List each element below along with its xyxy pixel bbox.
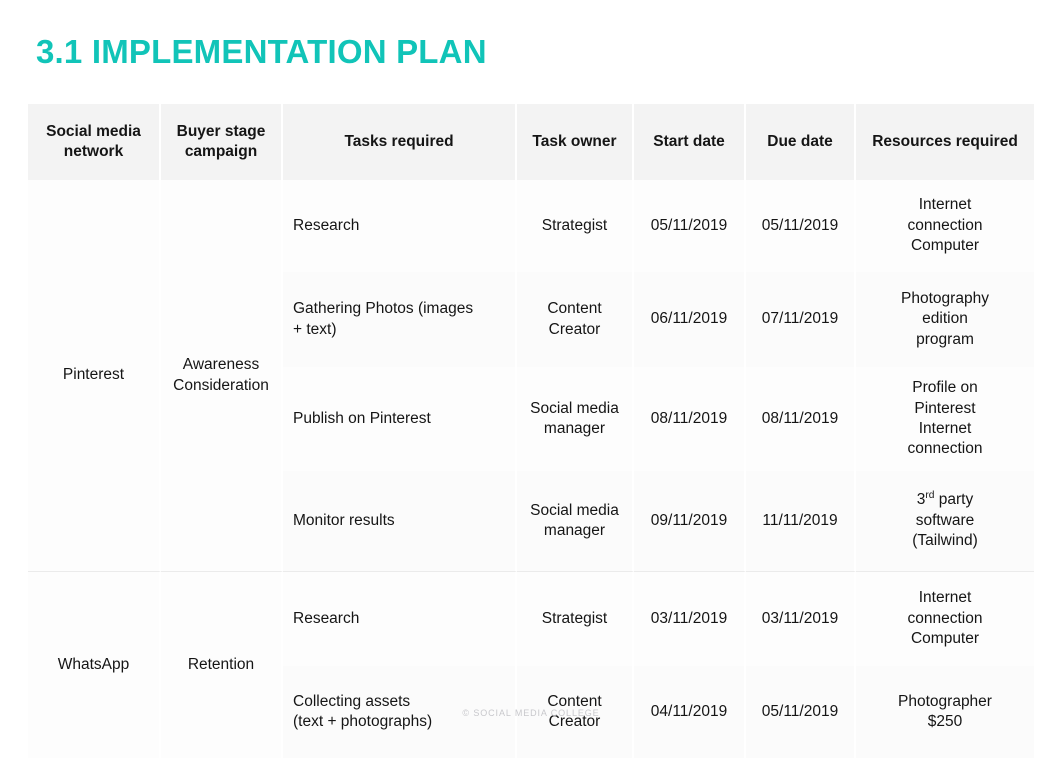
cell-due-date: 11/11/2019 (746, 471, 856, 571)
cell-due-date: 08/11/2019 (746, 367, 856, 471)
resource-text: party (934, 491, 974, 509)
table-row: Pinterest Awareness Consideration Resear… (28, 180, 1034, 571)
cell-start-date: 06/11/2019 (634, 272, 746, 367)
cell-owner: Content Creator (517, 272, 634, 367)
column-header-tasks: Tasks required (283, 104, 517, 180)
cell-due-date: 07/11/2019 (746, 272, 856, 367)
resource-line: Computer (910, 630, 980, 648)
cell-network-pinterest: Pinterest (28, 180, 161, 571)
cell-stage-pinterest: Awareness Consideration (161, 180, 283, 571)
cell-owner: Social media manager (517, 367, 634, 471)
column-header-owner: Task owner (517, 104, 634, 180)
cell-task: Publish on Pinterest (283, 367, 517, 471)
resource-line: edition (922, 310, 968, 328)
cell-start-date: 03/11/2019 (634, 571, 746, 666)
column-header-network: Social media network (28, 104, 161, 180)
table-header: Social media network Buyer stage campaig… (28, 104, 1034, 180)
resource-line: program (916, 330, 974, 348)
implementation-plan-table-wrapper: Social media network Buyer stage campaig… (28, 104, 1034, 758)
cell-resources: Photography edition program (856, 272, 1034, 367)
owner-line: Creator (548, 320, 601, 338)
column-header-stage: Buyer stage campaign (161, 104, 283, 180)
cell-network-whatsapp: WhatsApp (28, 571, 161, 758)
cell-stage-whatsapp: Retention (161, 571, 283, 758)
table-body: Pinterest Awareness Consideration Resear… (28, 180, 1034, 758)
cell-owner: Strategist (517, 571, 634, 666)
cell-task: Research (283, 180, 517, 272)
resource-line: 3rd party (866, 490, 1024, 510)
owner-line: Content (547, 300, 602, 318)
resource-line: Profile on (912, 379, 978, 397)
cell-resources: 3rd party software (Tailwind) (856, 471, 1034, 571)
cell-resources: Internet connection Computer (856, 571, 1034, 666)
table-row: WhatsApp Retention Research Strategist 0… (28, 571, 1034, 758)
column-header-due-date: Due date (746, 104, 856, 180)
slide-canvas: 3.1 IMPLEMENTATION PLAN Social media net… (0, 0, 1062, 758)
resource-line: Computer (910, 237, 980, 255)
cell-resources: Profile on Pinterest Internet connection (856, 367, 1034, 471)
table-header-row: Social media network Buyer stage campaig… (28, 104, 1034, 180)
cell-task: Gathering Photos (images + text) (283, 272, 517, 367)
slide-footer: © SOCIAL MEDIA COLLEGE (462, 708, 600, 718)
task-line: Gathering Photos (images (293, 300, 474, 318)
resource-line: Internet (918, 589, 972, 607)
task-line: + text) (293, 320, 337, 338)
cell-task: Monitor results (283, 471, 517, 571)
owner-line: manager (543, 522, 606, 539)
owner-line: Social media (530, 501, 619, 519)
cell-resources: Internet connection Computer (856, 180, 1034, 272)
cell-due-date: 03/11/2019 (746, 571, 856, 666)
cell-owner: Social media manager (517, 471, 634, 571)
cell-start-date: 05/11/2019 (634, 180, 746, 272)
resource-line: connection (907, 216, 983, 234)
resource-line: connection (907, 440, 983, 458)
resource-line: connection (907, 609, 983, 627)
resource-line: Photography (901, 289, 989, 307)
cell-task: Research (283, 571, 517, 666)
column-header-start-date: Start date (634, 104, 746, 180)
implementation-plan-table: Social media network Buyer stage campaig… (28, 104, 1034, 758)
column-header-resources: Resources required (856, 104, 1034, 180)
cell-start-date: 08/11/2019 (634, 367, 746, 471)
resource-line: software (915, 511, 975, 529)
resource-line: (Tailwind) (912, 532, 978, 550)
page-title: 3.1 IMPLEMENTATION PLAN (36, 33, 487, 70)
resource-line: Internet (918, 196, 972, 214)
resource-line: Internet (918, 420, 972, 437)
owner-line: manager (543, 420, 606, 437)
resource-line: Pinterest (914, 399, 976, 417)
cell-start-date: 09/11/2019 (634, 471, 746, 571)
cell-due-date: 05/11/2019 (746, 180, 856, 272)
owner-line: Social media (530, 399, 619, 417)
cell-owner: Strategist (517, 180, 634, 272)
